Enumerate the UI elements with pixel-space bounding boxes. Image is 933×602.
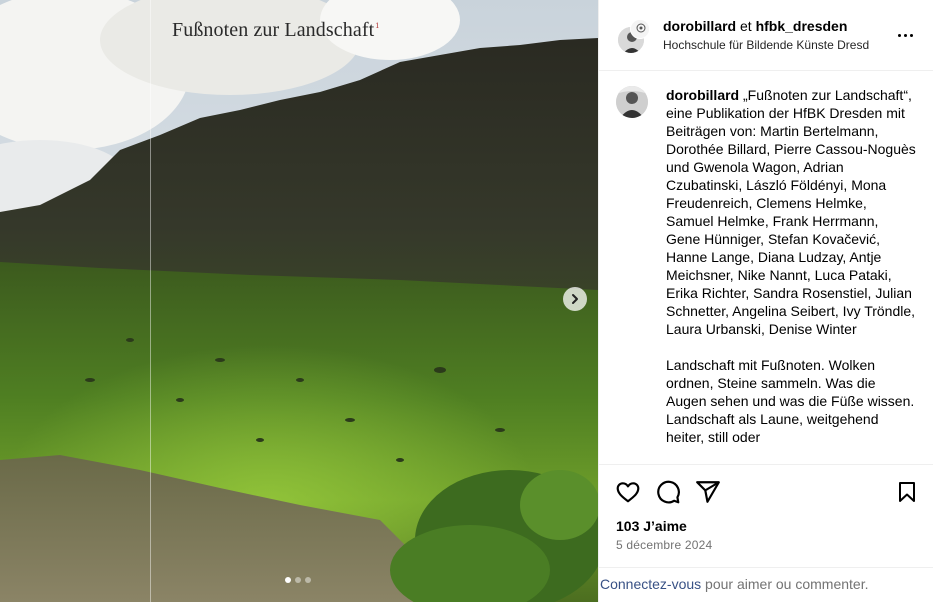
more-horizontal-icon (897, 33, 901, 37)
landscape-photo (0, 0, 598, 602)
more-options-button[interactable] (895, 26, 915, 44)
author-username-link[interactable]: dorobillard (663, 18, 736, 34)
avatar[interactable] (616, 86, 648, 118)
login-link[interactable]: Connectez-vous (600, 576, 701, 592)
caption-paragraph: „Fußnoten zur Landschaft“, eine Publikat… (666, 87, 916, 337)
caption-username-link[interactable]: dorobillard (666, 87, 739, 103)
carousel-dot (295, 577, 301, 583)
login-prompt: Connectez-vous pour aimer ou commenter. (599, 567, 933, 602)
bookmark-icon (899, 482, 915, 502)
share-button[interactable] (695, 479, 721, 505)
post-caption: dorobillard „Fußnoten zur Landschaft“, e… (666, 86, 916, 446)
heart-icon (616, 482, 640, 503)
post-media: Fußnoten zur Landschaft1 (0, 0, 598, 602)
post-authors: dorobillard et hfbk_dresden (663, 17, 847, 35)
carousel-indicator (285, 577, 311, 583)
chevron-right-icon (572, 294, 578, 304)
post-location[interactable]: Hochschule für Bildende Künste Dresd (663, 37, 893, 53)
share-icon (696, 481, 720, 503)
save-button[interactable] (895, 479, 921, 505)
like-count[interactable]: 103 J’aime (616, 518, 687, 534)
avatar[interactable] (630, 19, 650, 39)
post-header: dorobillard et hfbk_dresden Hochschule f… (599, 0, 933, 71)
like-button[interactable] (615, 479, 641, 505)
coauthor-username-link[interactable]: hfbk_dresden (756, 18, 848, 34)
carousel-dot (305, 577, 311, 583)
comment-button[interactable] (655, 479, 681, 505)
photo-overlay-title: Fußnoten zur Landschaft1 (172, 19, 380, 41)
comment-icon (657, 480, 680, 504)
carousel-dot (285, 577, 291, 583)
author-joiner: et (740, 18, 752, 34)
login-prompt-text: pour aimer ou commenter. (701, 576, 869, 592)
footnote-mark: 1 (375, 21, 380, 31)
comments-section[interactable]: dorobillard „Fußnoten zur Landschaft“, e… (599, 71, 933, 464)
post-date[interactable]: 5 décembre 2024 (616, 538, 712, 552)
carousel-next-button[interactable] (563, 287, 587, 311)
post-side-panel: dorobillard et hfbk_dresden Hochschule f… (598, 0, 933, 602)
page-fold-line (150, 0, 151, 602)
caption-paragraph: Landschaft mit Fußnoten. Wolken ordnen, … (666, 357, 915, 445)
post-actions (599, 464, 933, 518)
